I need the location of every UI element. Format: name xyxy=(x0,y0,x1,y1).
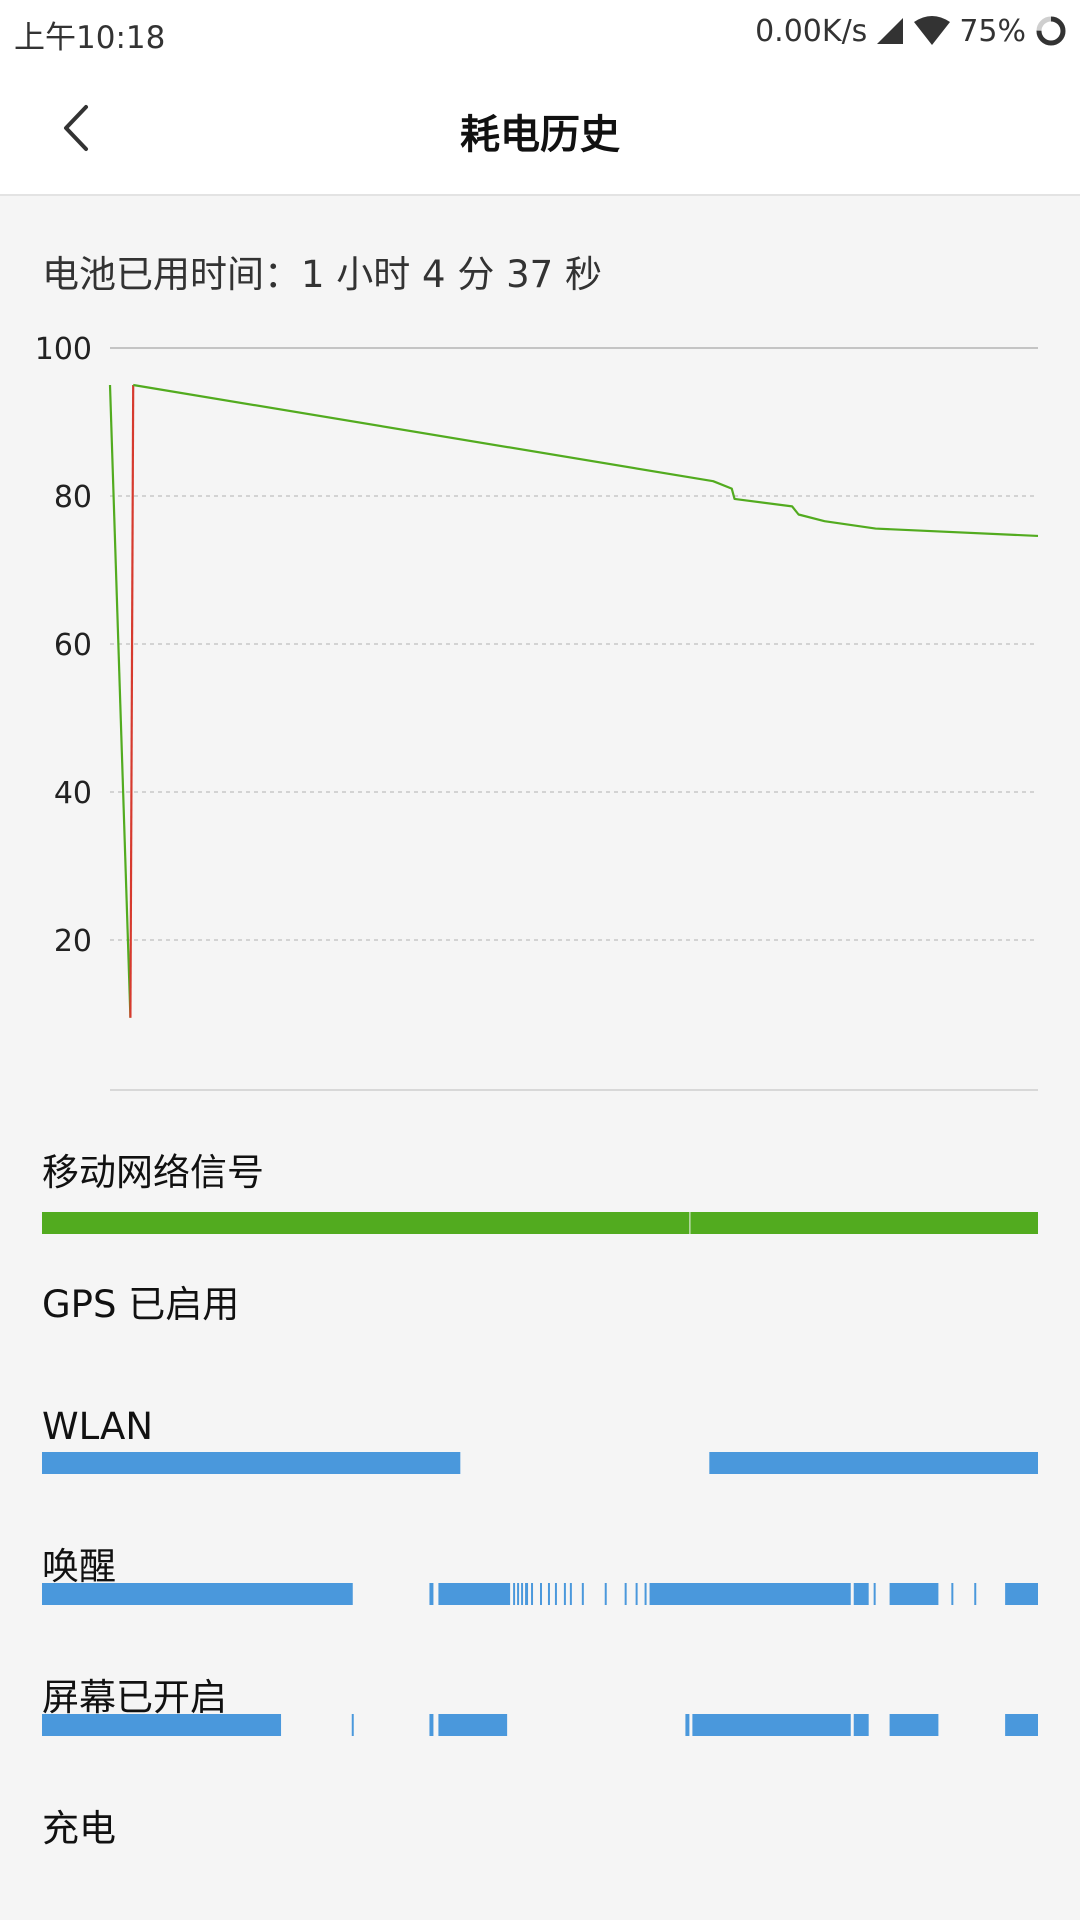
wake-segment xyxy=(438,1583,511,1605)
wake-segment xyxy=(635,1583,638,1605)
battery-series-line-1 xyxy=(129,384,135,1018)
battery-series-line-0 xyxy=(108,384,132,1018)
y-tick-label-80: 80 xyxy=(54,480,92,515)
wake-segment xyxy=(624,1583,627,1605)
wake-bar xyxy=(42,1583,1038,1605)
mobile-signal-bar xyxy=(42,1212,1038,1234)
wake-segment xyxy=(521,1583,524,1605)
wake-segment xyxy=(649,1583,851,1605)
wake-segment xyxy=(554,1583,557,1605)
page-title: 耗电历史 xyxy=(460,112,620,158)
wake-segment xyxy=(547,1583,550,1605)
gps-bar xyxy=(42,1344,1038,1366)
mobile-signal-segment xyxy=(690,1212,1038,1234)
gps-label: GPS 已启用 xyxy=(42,1283,240,1326)
wlan-segment xyxy=(42,1452,461,1474)
wake-segment xyxy=(951,1583,954,1605)
wake-segment xyxy=(569,1583,572,1605)
y-tick-label-20: 20 xyxy=(54,924,92,959)
wlan-bar xyxy=(42,1452,1038,1474)
wake-segment xyxy=(889,1583,939,1605)
wake-segment xyxy=(531,1583,534,1605)
wake-segment xyxy=(604,1583,607,1605)
wake-segment xyxy=(429,1583,434,1605)
battery-history-chart: 100 80 60 40 20 xyxy=(0,320,1080,1100)
wake-segment xyxy=(1005,1583,1038,1605)
battery-chart-svg: 100 80 60 40 20 xyxy=(35,332,1039,1091)
app-header: 耗电历史 xyxy=(0,62,1080,196)
wake-segment xyxy=(513,1583,516,1605)
status-time: 上午10:18 xyxy=(14,20,166,56)
mobile-signal-segment xyxy=(42,1212,690,1234)
status-indicators: 0.00K/s 75% xyxy=(755,10,1068,52)
screen-on-segment xyxy=(42,1714,282,1736)
screen-on-bar xyxy=(42,1714,1038,1736)
wake-segment xyxy=(974,1583,977,1605)
wake-label: 唤醒 xyxy=(42,1545,116,1588)
screen-on-segment xyxy=(692,1714,851,1736)
battery-ring-icon xyxy=(1034,14,1068,48)
y-tick-label-40: 40 xyxy=(54,776,92,811)
battery-used-time: 电池已用时间：1 小时 4 分 37 秒 xyxy=(42,253,602,296)
wake-segment xyxy=(853,1583,869,1605)
status-bar: 上午10:18 0.00K/s 75% xyxy=(0,0,1080,62)
screen-on-segment xyxy=(438,1714,508,1736)
y-tick-label-60: 60 xyxy=(54,628,92,663)
mobile-signal-label: 移动网络信号 xyxy=(42,1151,264,1194)
wake-segment xyxy=(873,1583,876,1605)
charging-label: 充电 xyxy=(42,1807,116,1850)
wlan-segment xyxy=(709,1452,1038,1474)
screen-on-segment xyxy=(1005,1714,1038,1736)
screen-on-segment xyxy=(685,1714,690,1736)
screen-on-label: 屏幕已开启 xyxy=(42,1676,227,1719)
screen-on-segment xyxy=(351,1714,354,1736)
wake-segment xyxy=(644,1583,647,1605)
wake-segment xyxy=(517,1583,520,1605)
screen-on-segment xyxy=(853,1714,869,1736)
battery-series-line-2 xyxy=(133,383,1039,538)
screen-on-segment xyxy=(429,1714,434,1736)
wake-segment xyxy=(525,1583,529,1605)
wlan-label: WLAN xyxy=(42,1405,154,1448)
screen-on-segment xyxy=(889,1714,939,1736)
wake-segment xyxy=(540,1583,542,1605)
signal-icon xyxy=(875,16,905,46)
wake-segment xyxy=(581,1583,584,1605)
battery-percent: 75% xyxy=(959,13,1026,49)
y-tick-label-100: 100 xyxy=(35,332,92,367)
network-speed: 0.00K/s xyxy=(755,13,868,49)
wake-segment xyxy=(563,1583,566,1605)
wifi-icon xyxy=(913,16,951,46)
wake-segment xyxy=(42,1583,353,1605)
